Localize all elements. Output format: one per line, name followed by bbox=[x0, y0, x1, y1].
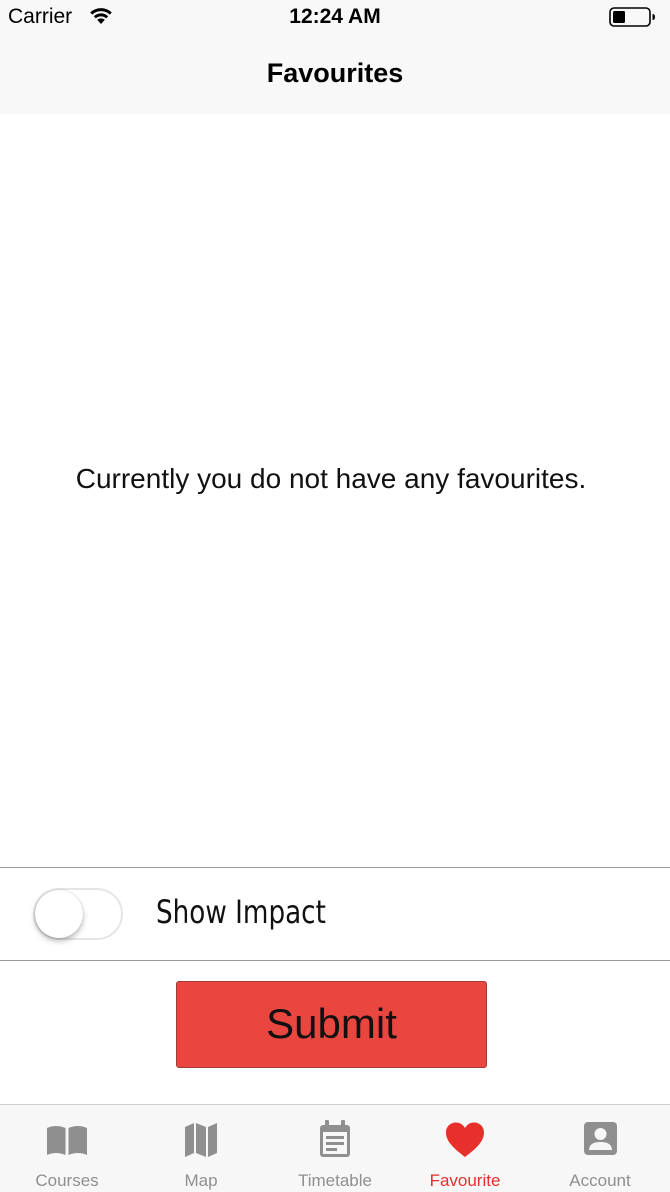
tab-courses[interactable]: Courses bbox=[0, 1105, 134, 1192]
submit-button[interactable]: Submit bbox=[176, 981, 487, 1068]
empty-favourites-message: Currently you do not have any favourites… bbox=[75, 463, 587, 494]
page-title: Favourites bbox=[266, 58, 404, 88]
navigation-bar: Favourites bbox=[0, 36, 670, 114]
toggle-knob bbox=[35, 890, 83, 938]
tab-timetable[interactable]: Timetable bbox=[268, 1105, 402, 1192]
tab-label: Map bbox=[184, 1171, 218, 1190]
status-time: 12:24 AM bbox=[289, 5, 381, 28]
divider bbox=[0, 867, 670, 868]
tab-label: Account bbox=[569, 1171, 631, 1190]
tab-account[interactable]: Account bbox=[533, 1105, 667, 1192]
divider bbox=[0, 960, 670, 961]
tab-label: Favourite bbox=[429, 1171, 501, 1190]
status-bar: Carrier 12:24 AM bbox=[0, 0, 670, 36]
show-impact-label: Show Impact bbox=[156, 893, 326, 931]
account-icon bbox=[584, 1122, 617, 1155]
favourites-screen: Carrier 12:24 AM Favourites Currently yo… bbox=[0, 0, 670, 1192]
heart-icon bbox=[446, 1122, 484, 1157]
tab-label: Courses bbox=[35, 1171, 99, 1190]
book-icon bbox=[47, 1126, 87, 1155]
tab-favourite[interactable]: Favourite bbox=[398, 1105, 532, 1192]
tab-map[interactable]: Map bbox=[134, 1105, 268, 1192]
battery-icon bbox=[609, 7, 655, 27]
map-icon bbox=[185, 1123, 217, 1157]
calendar-icon bbox=[320, 1120, 350, 1157]
tab-bar: Courses Map Timetable Favourite Account bbox=[0, 1104, 670, 1192]
show-impact-toggle[interactable] bbox=[33, 888, 123, 940]
tab-label: Timetable bbox=[297, 1171, 372, 1190]
